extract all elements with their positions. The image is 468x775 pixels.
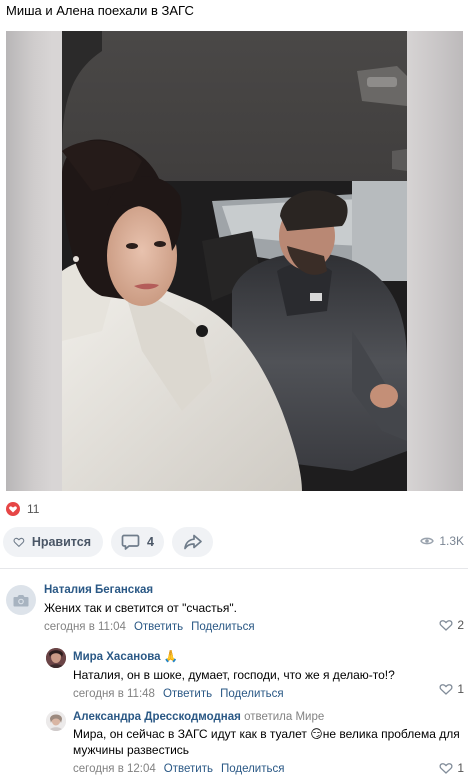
heart-icon [6, 502, 20, 516]
comment-button[interactable]: 4 [111, 527, 164, 557]
share-link[interactable]: Поделиться [191, 621, 255, 633]
comment-text-line: мужчины развестись [73, 743, 190, 757]
comment: Наталия Беганская Жених так и светится о… [44, 584, 464, 633]
comment-meta: сегодня в 12:04 Ответить Поделиться [73, 763, 465, 775]
comment-like-button[interactable]: 2 [439, 618, 464, 632]
views-count: 1.3K [439, 534, 464, 548]
views-counter: 1.3K [420, 534, 464, 548]
camera-icon [13, 594, 29, 606]
comment-author: Александра Дресскодмодная ответила Мире [73, 711, 465, 723]
post-photo-frame[interactable] [6, 31, 463, 491]
comment-author[interactable]: Наталия Беганская [44, 584, 464, 596]
comment-like-button[interactable]: 1 [439, 682, 464, 696]
comment-author-name[interactable]: Александра Дресскодмодная [73, 711, 241, 723]
comment-meta: сегодня в 11:48 Ответить Поделиться [73, 688, 465, 700]
comment-like-count: 2 [457, 618, 464, 632]
share-icon [183, 534, 202, 550]
like-button-label: Нравится [31, 535, 91, 549]
heart-outline-icon [439, 763, 453, 774]
heart-outline-icon [13, 537, 25, 547]
heart-outline-icon [439, 620, 453, 631]
heart-outline-icon [439, 684, 453, 695]
comment-icon [121, 534, 140, 550]
like-button[interactable]: Нравится [3, 527, 103, 557]
comment-like-count: 1 [457, 761, 464, 775]
avatar-photo [46, 648, 66, 668]
share-link[interactable]: Поделиться [220, 688, 284, 700]
share-link[interactable]: Поделиться [221, 763, 285, 775]
avatar[interactable] [46, 648, 66, 668]
comments-divider [0, 568, 468, 569]
comment: Мира Хасанова 🙏 Наталия, он в шоке, дума… [73, 649, 465, 700]
comment: Александра Дресскодмодная ответила Мире … [73, 711, 465, 775]
comment-time[interactable]: сегодня в 12:04 [73, 763, 156, 775]
comment-like-button[interactable]: 1 [439, 761, 464, 775]
reply-link[interactable]: Ответить [163, 688, 212, 700]
comment-meta: сегодня в 11:04 Ответить Поделиться [44, 621, 464, 633]
share-button[interactable] [172, 527, 213, 557]
comments-count: 4 [147, 535, 154, 549]
comment-text: Наталия, он в шоке, думает, господи, что… [73, 668, 395, 682]
reply-link[interactable]: Ответить [134, 621, 183, 633]
post-title: Миша и Алена поехали в ЗАГС [6, 3, 194, 18]
comment-like-count: 1 [457, 682, 464, 696]
post-actions: Нравится 4 [3, 527, 213, 557]
post-photo[interactable] [62, 31, 407, 491]
comment-text-line: Мира, он сейчас в ЗАГС идут как в туалет… [73, 727, 460, 741]
comment-time[interactable]: сегодня в 11:48 [73, 688, 155, 700]
avatar[interactable] [6, 585, 36, 615]
likes-summary[interactable]: 11 [6, 500, 39, 518]
eye-icon [420, 537, 435, 545]
comment-author[interactable]: Мира Хасанова 🙏 [73, 649, 465, 663]
avatar[interactable] [46, 711, 66, 731]
comment-text: Жених так и светится от "счастья". [44, 601, 237, 615]
reply-to-label[interactable]: ответила Мире [244, 711, 324, 723]
comment-time[interactable]: сегодня в 11:04 [44, 621, 126, 633]
likes-count: 11 [27, 502, 40, 516]
comment-text: Мира, он сейчас в ЗАГС идут как в туалет… [73, 726, 465, 758]
reply-link[interactable]: Ответить [164, 763, 213, 775]
avatar-photo [46, 711, 66, 731]
